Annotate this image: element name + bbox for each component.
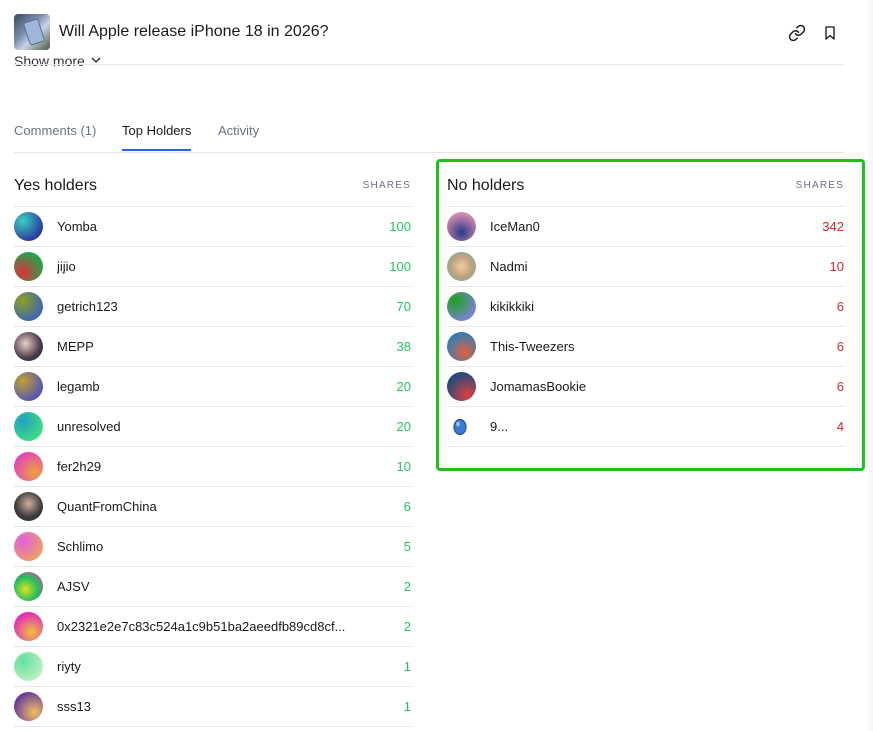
holder-shares: 20	[396, 379, 411, 394]
yes-holder-row[interactable]: sss13 1	[14, 687, 411, 727]
yes-holder-row[interactable]: Yomba 100	[14, 207, 411, 247]
holder-shares: 10	[396, 459, 411, 474]
avatar	[14, 492, 43, 521]
yes-holders-panel: Yes holders SHARES Yomba 100 jijio 100 getri…	[14, 163, 411, 727]
market-title: Will Apple release iPhone 18 in 2026?	[59, 23, 329, 40]
holder-name[interactable]: Nadmi	[490, 259, 528, 274]
holder-name[interactable]: sss13	[57, 699, 91, 714]
yes-holders-header: Yes holders SHARES	[14, 163, 411, 207]
holder-name[interactable]: QuantFromChina	[57, 499, 157, 514]
no-holder-row[interactable]: kikikkiki 6	[447, 287, 844, 327]
bookmark-icon[interactable]	[819, 22, 841, 44]
holder-name[interactable]: AJSV	[57, 579, 90, 594]
holder-name[interactable]: riyty	[57, 659, 81, 674]
holder-name[interactable]: fer2h29	[57, 459, 101, 474]
avatar	[14, 692, 43, 721]
market-thumbnail	[14, 14, 50, 50]
tab-comments[interactable]: Comments (1)	[14, 123, 96, 151]
divider	[14, 64, 844, 65]
holder-name[interactable]: legamb	[57, 379, 100, 394]
holder-name[interactable]: Yomba	[57, 219, 97, 234]
yes-holder-row[interactable]: jijio 100	[14, 247, 411, 287]
no-holder-row[interactable]: Nadmi 10	[447, 247, 844, 287]
shares-column-label: SHARES	[362, 180, 411, 191]
holder-name[interactable]: getrich123	[57, 299, 118, 314]
yes-holder-row[interactable]: riyty 1	[14, 647, 411, 687]
holder-shares: 100	[389, 259, 411, 274]
avatar	[14, 612, 43, 641]
holder-shares: 6	[836, 299, 844, 314]
holder-shares: 342	[822, 219, 844, 234]
avatar	[14, 412, 43, 441]
tab-top-holders[interactable]: Top Holders	[122, 123, 192, 151]
avatar	[14, 332, 43, 361]
holder-name[interactable]: kikikkiki	[490, 299, 534, 314]
avatar	[14, 652, 43, 681]
avatar	[447, 332, 476, 361]
holder-shares: 38	[396, 339, 411, 354]
holder-shares: 1	[403, 659, 411, 674]
show-more-label: Show more	[14, 56, 85, 69]
tab-activity[interactable]: Activity	[218, 123, 259, 151]
yes-holder-row[interactable]: Schlimo 5	[14, 527, 411, 567]
no-holder-row[interactable]: JomamasBookie 6	[447, 367, 844, 407]
holder-shares: 20	[396, 419, 411, 434]
no-holder-row[interactable]: 9... 4	[447, 407, 844, 447]
holder-shares: 6	[836, 379, 844, 394]
holder-name[interactable]: 0x2321e2e7c83c524a1c9b51ba2aeedfb89cd8cf…	[57, 619, 345, 634]
chevron-down-icon	[91, 56, 101, 68]
no-holders-panel: No holders SHARES IceMan0 342 Nadmi 10 kikik…	[447, 163, 844, 447]
yes-holder-row[interactable]: unresolved 20	[14, 407, 411, 447]
avatar	[14, 572, 43, 601]
tab-bar: Comments (1) Top Holders Activity	[14, 119, 844, 153]
no-holders-title: No holders	[447, 177, 525, 194]
yes-holder-row[interactable]: 0x2321e2e7c83c524a1c9b51ba2aeedfb89cd8cf…	[14, 607, 411, 647]
holder-shares: 100	[389, 219, 411, 234]
avatar	[14, 532, 43, 561]
yes-holders-title: Yes holders	[14, 177, 98, 194]
yes-holder-row[interactable]: getrich123 70	[14, 287, 411, 327]
holder-shares: 5	[403, 539, 411, 554]
holder-name[interactable]: unresolved	[57, 419, 121, 434]
holder-name[interactable]: MEPP	[57, 339, 94, 354]
holder-shares: 70	[396, 299, 411, 314]
avatar	[14, 452, 43, 481]
holder-name[interactable]: IceMan0	[490, 219, 540, 234]
holder-shares: 6	[403, 499, 411, 514]
holder-name[interactable]: 9...	[490, 419, 508, 434]
avatar	[447, 292, 476, 321]
holder-name[interactable]: JomamasBookie	[490, 379, 586, 394]
holder-shares: 6	[836, 339, 844, 354]
link-icon[interactable]	[786, 22, 808, 44]
yes-holder-row[interactable]: AJSV 2	[14, 567, 411, 607]
market-header: Will Apple release iPhone 18 in 2026?	[14, 14, 844, 52]
avatar	[447, 372, 476, 401]
no-holder-row[interactable]: This-Tweezers 6	[447, 327, 844, 367]
holder-shares: 2	[403, 579, 411, 594]
avatar	[447, 252, 476, 281]
holder-name[interactable]: This-Tweezers	[490, 339, 575, 354]
avatar	[14, 212, 43, 241]
holder-name[interactable]: jijio	[57, 259, 76, 274]
yes-holder-row[interactable]: MEPP 38	[14, 327, 411, 367]
no-holder-row[interactable]: IceMan0 342	[447, 207, 844, 247]
yes-holder-row[interactable]: QuantFromChina 6	[14, 487, 411, 527]
holder-shares: 1	[403, 699, 411, 714]
avatar	[447, 412, 476, 441]
holder-shares: 2	[403, 619, 411, 634]
avatar	[14, 372, 43, 401]
yes-holder-row[interactable]: fer2h29 10	[14, 447, 411, 487]
yes-holder-row[interactable]: legamb 20	[14, 367, 411, 407]
shares-column-label: SHARES	[795, 180, 844, 191]
avatar	[447, 212, 476, 241]
holder-shares: 10	[829, 259, 844, 274]
avatar	[14, 292, 43, 321]
holder-name[interactable]: Schlimo	[57, 539, 103, 554]
avatar	[14, 252, 43, 281]
no-holders-header: No holders SHARES	[447, 163, 844, 207]
scroll-edge	[866, 0, 873, 731]
holder-shares: 4	[836, 419, 844, 434]
